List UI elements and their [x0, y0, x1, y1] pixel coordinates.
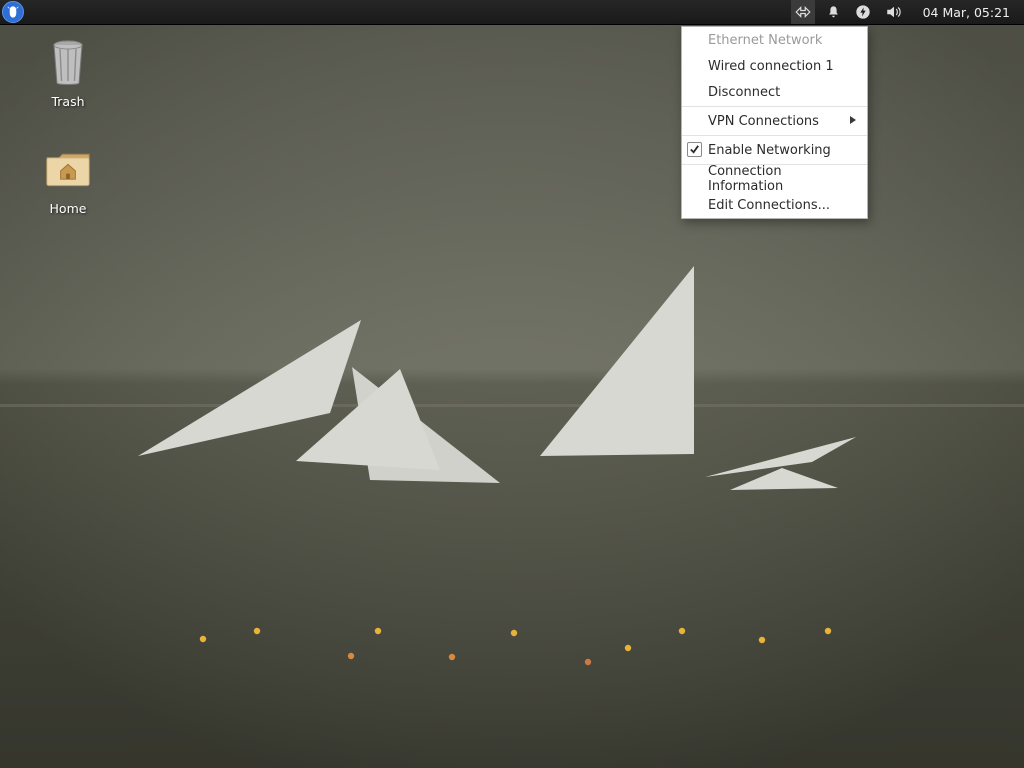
- menu-item-disconnect[interactable]: Disconnect: [682, 79, 867, 105]
- speaker-icon: [885, 4, 903, 20]
- bell-icon: [826, 4, 841, 20]
- network-indicator[interactable]: [791, 0, 815, 24]
- trash-desktop-icon[interactable]: Trash: [18, 38, 118, 109]
- menu-item-wired-connection[interactable]: Wired connection 1: [682, 53, 867, 79]
- system-tray: 04 Mar, 05:21: [790, 0, 1024, 24]
- home-label: Home: [50, 201, 87, 216]
- clock[interactable]: 04 Mar, 05:21: [917, 5, 1016, 20]
- home-desktop-icon[interactable]: Home: [18, 145, 118, 216]
- power-indicator[interactable]: [855, 0, 871, 24]
- wallpaper-art: [0, 0, 1024, 768]
- menu-separator: [682, 106, 867, 107]
- checkmark-icon: [689, 144, 700, 155]
- top-panel: 04 Mar, 05:21: [0, 0, 1024, 25]
- power-bolt-icon: [855, 4, 871, 20]
- trash-icon: [44, 38, 92, 86]
- ethernet-header: Ethernet Network: [682, 27, 867, 53]
- app-menu-button[interactable]: [2, 1, 24, 23]
- vpn-label: VPN Connections: [708, 114, 819, 129]
- menu-item-connection-info[interactable]: Connection Information: [682, 166, 867, 192]
- home-folder-icon: [44, 145, 92, 193]
- xfce-mouse-icon: [6, 5, 20, 19]
- notifications-indicator[interactable]: [826, 0, 841, 24]
- enable-networking-label: Enable Networking: [708, 143, 831, 158]
- desktop-icons-area: Trash Home: [18, 38, 128, 252]
- menu-separator: [682, 135, 867, 136]
- trash-label: Trash: [51, 94, 84, 109]
- network-wired-icon: [794, 4, 812, 20]
- volume-indicator[interactable]: [885, 0, 903, 24]
- network-menu: Ethernet Network Wired connection 1 Disc…: [681, 26, 868, 219]
- menu-item-enable-networking[interactable]: Enable Networking: [682, 137, 867, 163]
- menu-item-edit-connections[interactable]: Edit Connections...: [682, 192, 867, 218]
- menu-item-vpn-connections[interactable]: VPN Connections: [682, 108, 867, 134]
- enable-networking-checkbox[interactable]: [687, 142, 702, 157]
- submenu-arrow-icon: [849, 114, 857, 129]
